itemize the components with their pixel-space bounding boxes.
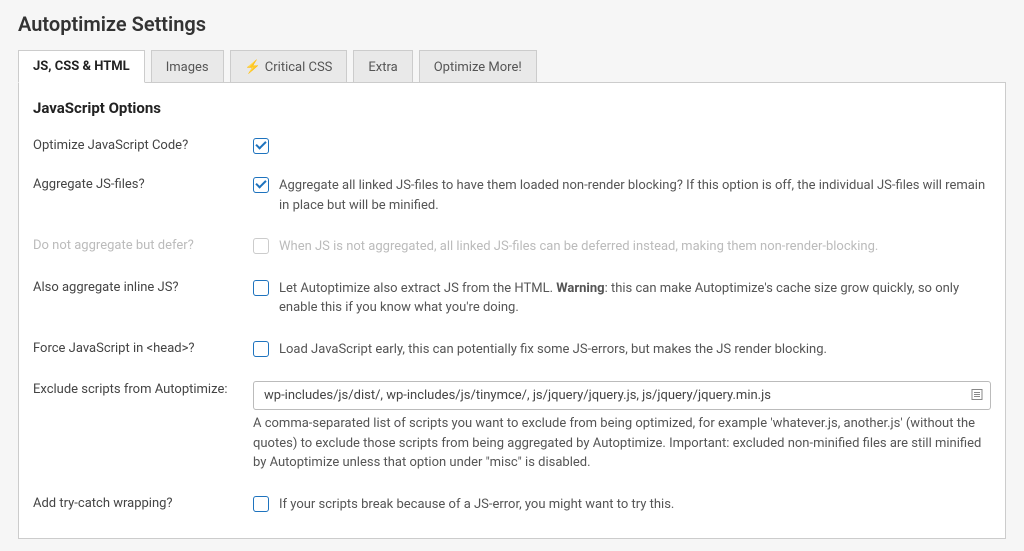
desc-exclude: A comma-separated list of scripts you wa… [253, 414, 991, 473]
label-aggregate-js: Aggregate JS-files? [33, 176, 253, 192]
row-trycatch: Add try-catch wrapping? If your scripts … [33, 495, 991, 515]
tab-critical-css-label: Critical CSS [265, 60, 333, 75]
desc-force-head: Load JavaScript early, this can potentia… [279, 340, 991, 360]
desc-defer: When JS is not aggregated, all linked JS… [279, 237, 991, 257]
tab-extra[interactable]: Extra [353, 50, 412, 83]
row-exclude: Exclude scripts from Autoptimize: A comm… [33, 381, 991, 473]
desc-trycatch: If your scripts break because of a JS-er… [279, 495, 991, 515]
tabs: JS, CSS & HTML Images ⚡ Critical CSS Ext… [18, 50, 1006, 83]
tab-critical-css[interactable]: ⚡ Critical CSS [230, 50, 348, 83]
desc-aggregate-js: Aggregate all linked JS-files to have th… [279, 176, 991, 215]
tab-images[interactable]: Images [151, 50, 224, 83]
checkbox-defer [253, 238, 269, 254]
input-exclude-scripts[interactable] [253, 381, 991, 410]
tab-optimize-more[interactable]: Optimize More! [419, 50, 537, 83]
label-defer: Do not aggregate but defer? [33, 237, 253, 253]
checkbox-trycatch[interactable] [253, 496, 269, 512]
checkbox-optimize-js[interactable] [253, 138, 269, 154]
label-trycatch: Add try-catch wrapping? [33, 495, 253, 511]
checkbox-aggregate-js[interactable] [253, 177, 269, 193]
label-force-head: Force JavaScript in <head>? [33, 340, 253, 356]
bolt-icon: ⚡ [245, 60, 261, 75]
settings-panel: JavaScript Options Optimize JavaScript C… [18, 82, 1006, 539]
checkbox-force-head[interactable] [253, 341, 269, 357]
section-title: JavaScript Options [33, 99, 991, 117]
tab-js-css-html[interactable]: JS, CSS & HTML [18, 50, 145, 83]
row-aggregate-js: Aggregate JS-files? Aggregate all linked… [33, 176, 991, 215]
page-title: Autoptimize Settings [18, 12, 1006, 36]
desc-inline-js: Let Autoptimize also extract JS from the… [279, 279, 991, 318]
label-exclude: Exclude scripts from Autoptimize: [33, 381, 253, 397]
row-force-head: Force JavaScript in <head>? Load JavaScr… [33, 340, 991, 360]
row-inline-js: Also aggregate inline JS? Let Autoptimiz… [33, 279, 991, 318]
row-defer: Do not aggregate but defer? When JS is n… [33, 237, 991, 257]
label-optimize-js: Optimize JavaScript Code? [33, 137, 253, 153]
label-inline-js: Also aggregate inline JS? [33, 279, 253, 295]
row-optimize-js: Optimize JavaScript Code? [33, 137, 991, 154]
checkbox-inline-js[interactable] [253, 280, 269, 296]
